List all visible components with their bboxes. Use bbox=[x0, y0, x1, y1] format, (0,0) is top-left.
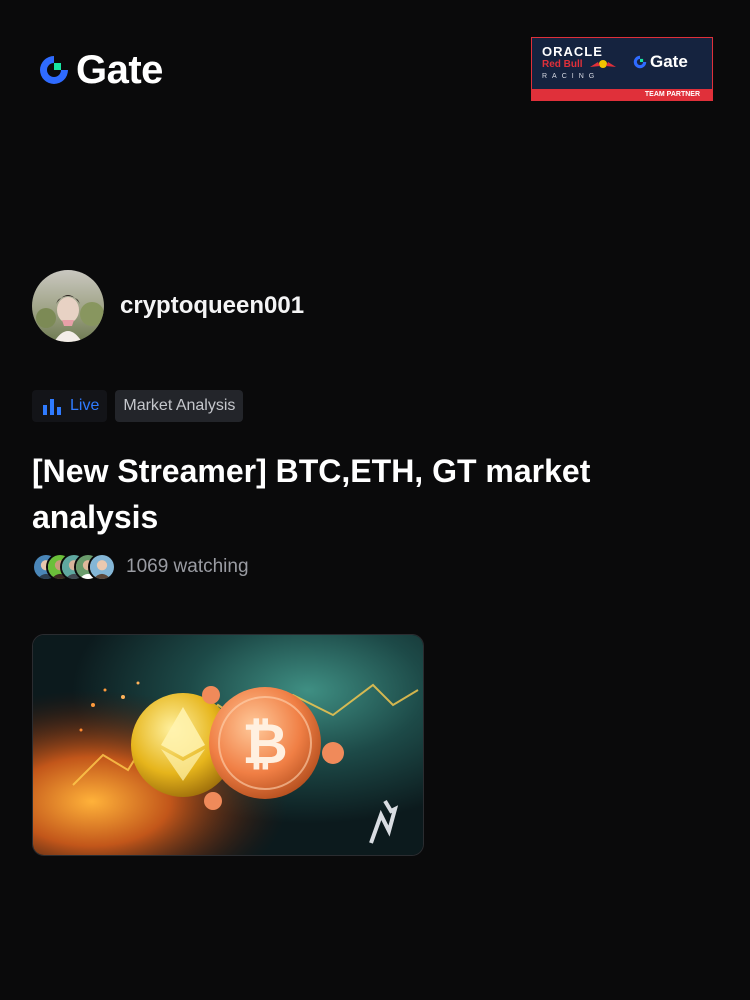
watching-count: 1069 watching bbox=[126, 556, 249, 577]
red-bull-icon bbox=[590, 60, 616, 68]
stream-thumbnail-image: ₿ bbox=[33, 635, 423, 855]
gate-logo-icon bbox=[40, 56, 68, 84]
viewer-avatars bbox=[32, 553, 116, 581]
svg-text:₿: ₿ bbox=[242, 712, 288, 775]
team-partner-label: TEAM PARTNER bbox=[532, 89, 712, 100]
live-bars-icon bbox=[43, 399, 61, 415]
partner-oracle-text: ORACLE bbox=[542, 44, 603, 59]
partner-redbull-text: Red Bull bbox=[542, 59, 583, 70]
bitcoin-icon: ₿ bbox=[209, 687, 321, 799]
live-label: Live bbox=[70, 397, 100, 414]
partner-gate-logo: Gate bbox=[632, 52, 688, 72]
viewer-avatar bbox=[88, 553, 116, 581]
streamer-info[interactable]: cryptoqueen001 bbox=[32, 270, 304, 342]
live-badge[interactable]: Live bbox=[32, 390, 108, 422]
partner-racing-text: RACING bbox=[542, 73, 600, 80]
gate-logo-icon bbox=[633, 55, 647, 69]
team-partner-badge[interactable]: ORACLE Red Bull RACING Gate TEAM PARTNER bbox=[531, 37, 713, 101]
partner-gate-text: Gate bbox=[650, 52, 688, 71]
category-tag[interactable]: Market Analysis bbox=[115, 390, 244, 422]
streamer-avatar[interactable] bbox=[32, 270, 104, 342]
stream-tags: Live Market Analysis bbox=[32, 390, 244, 422]
stream-thumbnail[interactable]: ₿ bbox=[32, 634, 424, 856]
viewer-count: 1069 watching bbox=[32, 553, 249, 581]
streamer-username[interactable]: cryptoqueen001 bbox=[120, 292, 304, 320]
stream-title: [New Streamer] BTC,ETH, GT market analys… bbox=[32, 453, 591, 535]
gate-logo[interactable]: Gate bbox=[36, 50, 163, 90]
gate-logo-text: Gate bbox=[76, 48, 163, 92]
